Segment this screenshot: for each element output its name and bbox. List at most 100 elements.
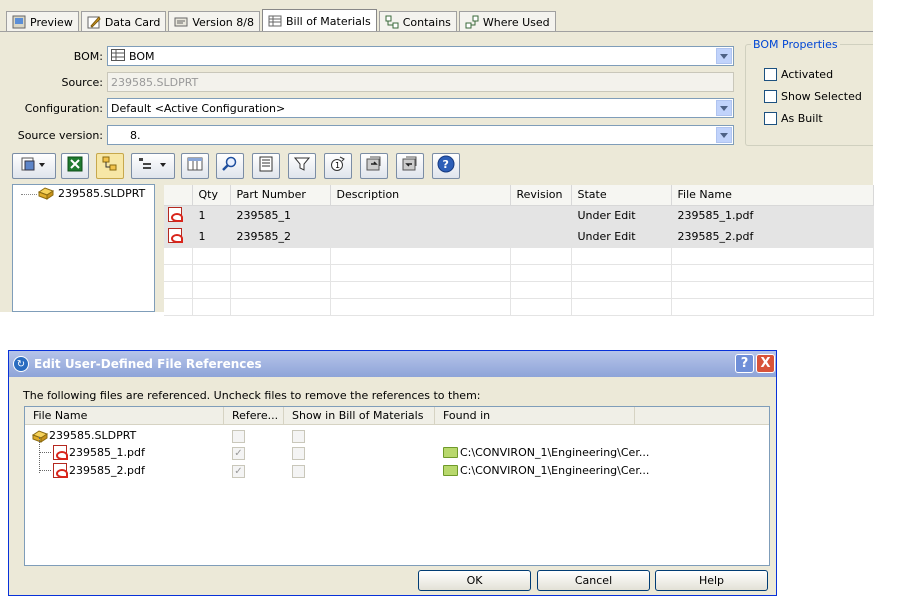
tree-view-button[interactable]	[96, 153, 124, 179]
tree-root-node[interactable]: 239585.SLDPRT	[37, 186, 145, 200]
tab-label: Preview	[30, 15, 73, 29]
tab-label: Version 8/8	[192, 15, 254, 29]
check-out-icon	[366, 156, 382, 176]
part-icon	[37, 186, 55, 200]
show-in-bom-checkbox	[292, 465, 305, 478]
chevron-down-icon[interactable]	[716, 48, 732, 64]
funnel-icon	[293, 156, 311, 176]
reference-column-header[interactable]: Refere...	[224, 407, 284, 424]
list-item[interactable]: 239585.SLDPRT	[31, 427, 136, 444]
tab-contains[interactable]: Contains	[378, 11, 457, 32]
tab-bill-of-materials[interactable]: Bill of Materials	[261, 9, 377, 32]
bom-label: BOM:	[73, 50, 103, 63]
icon-column-header	[164, 185, 193, 206]
close-button[interactable]: X	[756, 354, 775, 373]
svg-text:?: ?	[443, 158, 449, 171]
item-info-button[interactable]: 1	[324, 153, 352, 179]
file-name-column-header[interactable]: File Name	[671, 185, 874, 206]
as-built-checkbox[interactable]	[764, 112, 777, 125]
save-menu-button[interactable]	[12, 153, 56, 179]
bom-properties-group: BOM Properties Activated Show Selected A…	[745, 38, 873, 146]
excel-icon	[67, 156, 83, 176]
revision-column-header[interactable]: Revision	[510, 185, 572, 206]
tab-where-used[interactable]: Where Used	[458, 11, 556, 32]
empty-row	[164, 281, 874, 299]
activated-label: Activated	[781, 68, 834, 81]
empty-row	[164, 264, 874, 282]
preview-icon	[12, 15, 26, 29]
part-number-column-header[interactable]: Part Number	[230, 185, 331, 206]
as-built-option[interactable]: As Built	[764, 112, 823, 125]
help-button[interactable]: ?	[432, 153, 460, 179]
references-list: File Name Refere... Show in Bill of Mate…	[24, 406, 770, 566]
state-column-header[interactable]: State	[571, 185, 672, 206]
bom-select[interactable]: BOM	[107, 46, 734, 66]
tab-label: Bill of Materials	[285, 14, 371, 28]
columns-icon	[187, 156, 203, 176]
pdf-icon	[168, 227, 183, 243]
indented-view-button[interactable]	[131, 153, 175, 179]
properties-button[interactable]	[252, 153, 280, 179]
pdf-icon	[53, 445, 68, 460]
activated-option[interactable]: Activated	[764, 68, 833, 81]
close-icon: X	[760, 356, 771, 371]
ok-button[interactable]: OK	[418, 570, 531, 591]
list-item[interactable]: 239585_2.pdf	[53, 462, 145, 479]
check-in-icon	[402, 156, 418, 176]
chevron-down-icon[interactable]	[716, 127, 732, 143]
refresh-icon: ↻	[13, 356, 29, 372]
find-button[interactable]	[216, 153, 244, 179]
table-row[interactable]: 1 239585_1 Under Edit 239585_1.pdf	[164, 205, 874, 227]
chevron-down-icon[interactable]	[716, 100, 732, 116]
version-icon	[174, 15, 188, 29]
reference-checkbox[interactable]	[232, 465, 245, 478]
help-dialog-button[interactable]: Help	[655, 570, 768, 591]
tab-preview[interactable]: Preview	[6, 11, 79, 32]
check-out-button[interactable]	[360, 153, 388, 179]
tab-version[interactable]: Version 8/8	[168, 11, 260, 32]
reference-checkbox[interactable]	[232, 447, 245, 460]
help-title-button[interactable]: ?	[735, 354, 754, 373]
columns-button[interactable]	[181, 153, 209, 179]
export-excel-button[interactable]	[61, 153, 89, 179]
source-version-label: Source version:	[17, 129, 103, 142]
found-in-value: C:\CONVIRON_1\Engineering\Cer...	[460, 446, 650, 459]
description-cell	[330, 226, 511, 248]
file-name-column-header[interactable]: File Name	[25, 407, 224, 424]
tab-label: Contains	[402, 15, 451, 29]
tree-connector	[21, 194, 37, 195]
configuration-select[interactable]: Default <Active Configuration>	[107, 98, 734, 118]
list-item[interactable]: 239585_1.pdf	[53, 444, 145, 461]
tab-divider	[0, 31, 873, 32]
data-card-icon	[87, 15, 101, 29]
activated-checkbox[interactable]	[764, 68, 777, 81]
qty-column-header[interactable]: Qty	[192, 185, 231, 206]
found-in-column-header[interactable]: Found in	[435, 407, 635, 424]
bom-panel: Preview Data Card Version 8/8 Bill of Ma…	[0, 0, 874, 316]
info-item-icon: 1	[330, 156, 346, 176]
state-cell: Under Edit	[571, 205, 672, 227]
table-row[interactable]: 1 239585_2 Under Edit 239585_2.pdf	[164, 226, 874, 248]
part-icon	[31, 429, 49, 443]
show-in-bom-column-header[interactable]: Show in Bill of Materials	[284, 407, 435, 424]
empty-row	[164, 298, 874, 316]
where-used-icon	[465, 15, 479, 29]
tree-root-label: 239585.SLDPRT	[58, 186, 146, 200]
file-name-cell: 239585_2.pdf	[671, 226, 874, 248]
source-version-value: 8.	[130, 128, 141, 142]
show-selected-option[interactable]: Show Selected	[764, 90, 862, 103]
reference-checkbox	[232, 430, 245, 443]
as-built-label: As Built	[781, 112, 823, 125]
tab-data-card[interactable]: Data Card	[80, 11, 167, 32]
show-in-bom-checkbox	[292, 447, 305, 460]
tab-strip: Preview Data Card Version 8/8 Bill of Ma…	[6, 9, 558, 32]
filter-button[interactable]	[288, 153, 316, 179]
revision-cell	[510, 226, 572, 248]
cancel-button[interactable]: Cancel	[537, 570, 650, 591]
dialog-titlebar[interactable]: ↻ Edit User-Defined File References	[9, 351, 776, 377]
description-column-header[interactable]: Description	[330, 185, 511, 206]
source-version-select[interactable]: 8.	[107, 125, 734, 145]
grid-header-row: Qty Part Number Description Revision Sta…	[164, 185, 874, 206]
show-selected-checkbox[interactable]	[764, 90, 777, 103]
check-in-button[interactable]	[396, 153, 424, 179]
